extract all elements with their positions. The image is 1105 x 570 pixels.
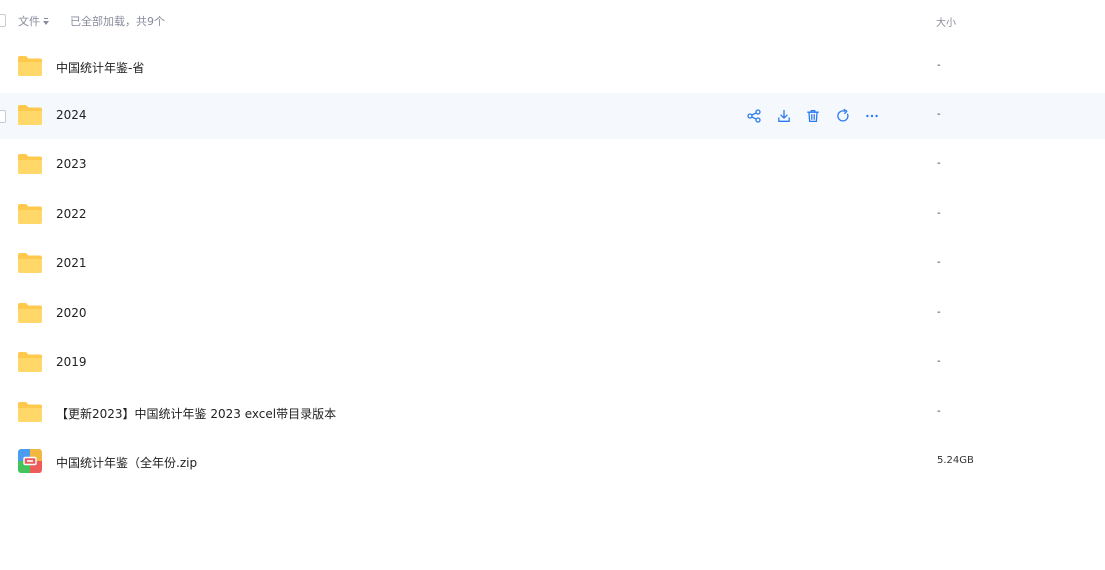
folder-icon	[17, 351, 43, 373]
file-name[interactable]: 2021	[56, 256, 87, 270]
table-row[interactable]: 2020 -	[0, 291, 1105, 337]
file-size: 5.24GB	[937, 455, 974, 466]
folder-icon	[17, 153, 43, 175]
row-actions	[746, 108, 894, 124]
file-name[interactable]: 中国统计年鉴（全年份.zip	[56, 454, 197, 471]
folder-icon	[17, 55, 43, 77]
table-row[interactable]: 【更新2023】中国统计年鉴 2023 excel带目录版本 -	[0, 390, 1105, 436]
file-size: -	[937, 109, 941, 120]
table-row[interactable]: 2021 -	[0, 241, 1105, 287]
file-size: -	[937, 257, 941, 268]
file-size: -	[937, 356, 941, 367]
file-name[interactable]: 2024	[56, 108, 87, 122]
share-icon[interactable]	[746, 108, 762, 124]
table-row[interactable]: 2019 -	[0, 340, 1105, 386]
file-size: -	[937, 307, 941, 318]
zip-archive-icon	[17, 449, 43, 473]
download-icon[interactable]	[776, 108, 792, 124]
size-column-header[interactable]: 大小	[936, 14, 956, 29]
folder-icon	[17, 401, 43, 423]
folder-icon	[17, 302, 43, 324]
folder-icon	[17, 252, 43, 274]
file-name[interactable]: 【更新2023】中国统计年鉴 2023 excel带目录版本	[56, 405, 336, 422]
delete-icon[interactable]	[805, 108, 821, 124]
table-row[interactable]: 2023 -	[0, 142, 1105, 188]
file-size: -	[937, 158, 941, 169]
file-name[interactable]: 2023	[56, 157, 87, 171]
file-column-header[interactable]: 文件	[18, 13, 49, 29]
file-name[interactable]: 2019	[56, 355, 87, 369]
file-column-label: 文件	[18, 15, 40, 28]
row-checkbox[interactable]	[0, 110, 6, 123]
folder-icon	[17, 203, 43, 225]
folder-icon	[17, 104, 43, 126]
table-row[interactable]: 2024 -	[0, 93, 1105, 139]
more-icon[interactable]	[864, 108, 880, 124]
sort-down-icon[interactable]	[43, 17, 49, 26]
list-header: 文件 已全部加载，共9个 大小	[0, 0, 1105, 42]
table-row[interactable]: 中国统计年鉴（全年份.zip 5.24GB	[0, 439, 1105, 485]
file-name[interactable]: 2020	[56, 306, 87, 320]
file-size: -	[937, 60, 941, 71]
table-row[interactable]: 2022 -	[0, 192, 1105, 238]
file-name[interactable]: 2022	[56, 207, 87, 221]
file-name[interactable]: 中国统计年鉴-省	[56, 59, 144, 76]
file-size: -	[937, 208, 941, 219]
load-status: 已全部加载，共9个	[70, 15, 165, 28]
file-list: 文件 已全部加载，共9个 大小 中国统计年鉴-省 - 2024 - 2023 -…	[0, 0, 1105, 570]
refresh-icon[interactable]	[835, 108, 851, 124]
table-row[interactable]: 中国统计年鉴-省 -	[0, 44, 1105, 90]
file-size: -	[937, 406, 941, 417]
select-all-checkbox[interactable]	[0, 14, 6, 27]
